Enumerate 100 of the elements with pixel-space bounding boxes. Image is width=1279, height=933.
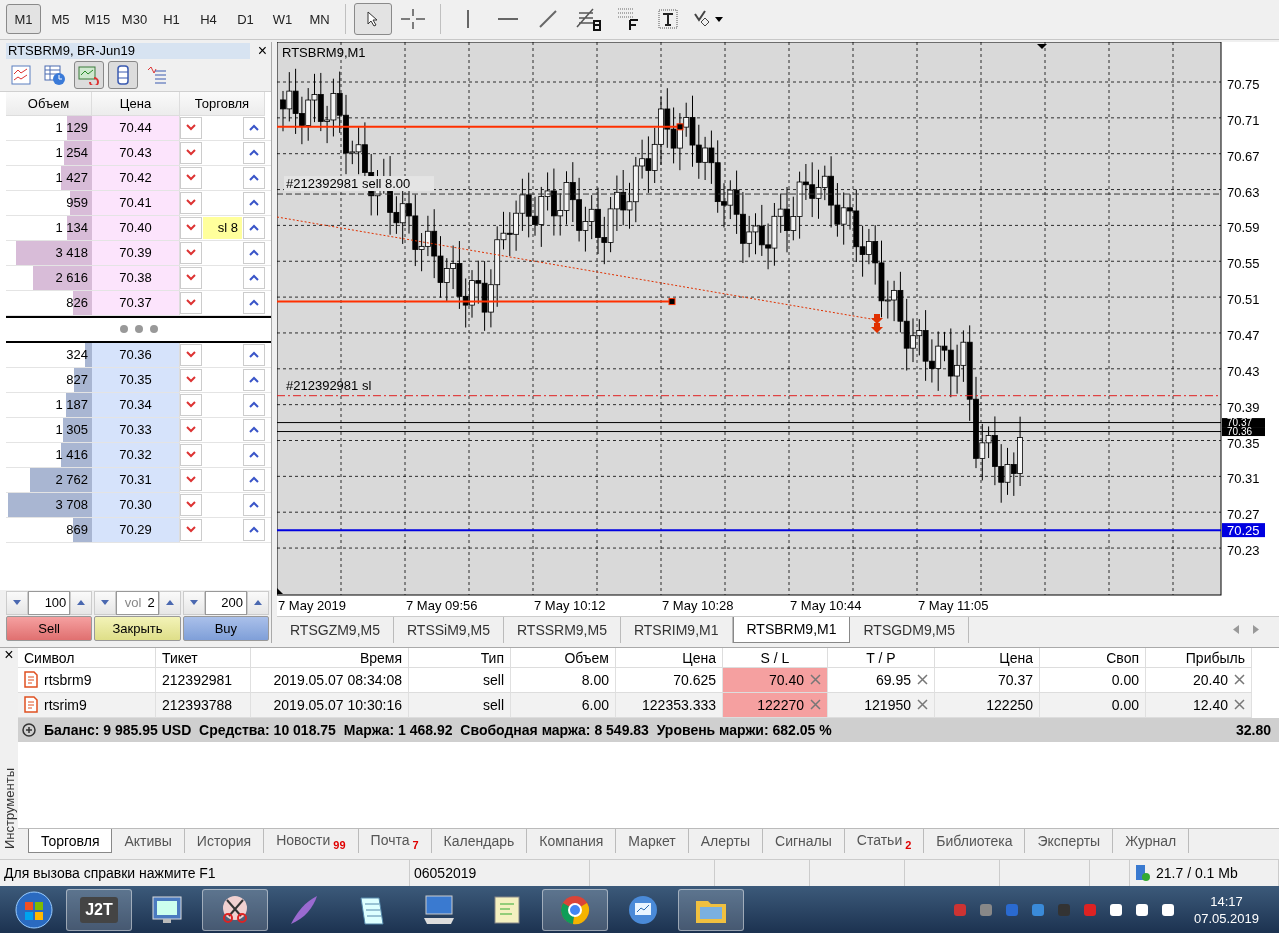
table-cell: sell — [409, 692, 511, 718]
column-header: Тип — [409, 647, 511, 668]
column-header: Торговля — [180, 91, 265, 116]
price-tag: 70.37 — [1222, 416, 1265, 428]
close-button[interactable]: × — [257, 43, 267, 58]
table-cell: 212392981 — [156, 667, 251, 693]
volume-value: 324 — [66, 346, 88, 362]
timeframe-button[interactable]: W1 — [265, 4, 300, 35]
price-label: 70.63 — [1227, 184, 1260, 200]
panel-title: RTSBRM9, BR-Jun19 — [6, 42, 250, 59]
chart-tab[interactable]: RTSBRM9,M1 — [732, 616, 851, 643]
terminal-tab[interactable]: Активы — [112, 829, 185, 854]
timeframe-button[interactable]: M5 — [43, 4, 78, 35]
terminal-tab[interactable]: Маркет — [616, 829, 689, 854]
symbol-text: rtsbrm9 — [44, 671, 92, 688]
input-field[interactable]: vol 2 — [116, 590, 159, 615]
column-header: Цена — [616, 647, 723, 668]
close-button[interactable]: × — [4, 647, 14, 662]
price-label: 70.71 — [1227, 112, 1260, 128]
price-label: 70.59 — [1227, 220, 1260, 236]
price-label: 70.55 — [1227, 256, 1260, 272]
volume-value: 826 — [66, 294, 88, 310]
column-header: Объем — [6, 91, 92, 116]
column-header: S / L — [723, 647, 828, 668]
volume-value: 827 — [66, 371, 88, 387]
chart-title: RTSBRM9,M1 — [282, 44, 366, 60]
clock[interactable]: 14:17 07.05.2019 — [1185, 892, 1267, 927]
order-label: #212392981 sl — [286, 377, 372, 393]
volume-value: 1 129 — [55, 119, 88, 135]
total-profit: 32.80 — [1235, 721, 1271, 738]
timeframe-button[interactable]: M1 — [6, 4, 41, 35]
table-cell: 122250 — [935, 692, 1040, 718]
timeframe-button[interactable]: D1 — [228, 4, 263, 35]
order-button[interactable]: Buy — [182, 615, 269, 641]
profit-value: 12.40 — [1192, 696, 1228, 713]
input-field[interactable]: 100 — [28, 590, 71, 615]
table-cell: 8.00 — [511, 667, 616, 693]
table-cell: 2019.05.07 10:30:16 — [251, 692, 409, 718]
timeframe-button[interactable]: M15 — [80, 4, 115, 35]
price-cell: 70.33 — [92, 417, 180, 442]
price-label: 70.35 — [1227, 435, 1260, 451]
terminal-tab[interactable]: Эксперты — [1025, 829, 1114, 854]
price-cell: 70.30 — [92, 492, 180, 517]
price-label: 70.43 — [1227, 363, 1260, 379]
table-cell: 2019.05.07 08:34:08 — [251, 667, 409, 693]
price-cell: 70.31 — [92, 467, 180, 492]
table-cell: 212393788 — [156, 692, 251, 718]
terminal-tab[interactable]: Компания — [527, 829, 617, 854]
price-cell: 70.36 — [92, 342, 180, 367]
traffic-text: 21.7 / 0.1 Mb — [1156, 865, 1238, 882]
terminal-tab[interactable]: Журнал — [1113, 829, 1190, 854]
volume-value: 2 762 — [55, 471, 88, 487]
terminal-tab[interactable]: Библиотека — [924, 829, 1026, 854]
table-cell: 70.625 — [616, 667, 723, 693]
price-cell: 70.37 — [92, 290, 180, 315]
chart-tab[interactable]: RTSSRM9,M5 — [503, 616, 621, 643]
order-button[interactable]: Sell — [6, 615, 93, 641]
table-cell: 0.00 — [1040, 667, 1146, 693]
price-cell: 70.34 — [92, 392, 180, 417]
stop-loss-value: 122270 — [757, 696, 804, 713]
terminal-tab[interactable]: Календарь — [431, 829, 528, 854]
volume-value: 1 254 — [55, 144, 88, 160]
chart-tab[interactable]: RTSGZM9,M5 — [277, 616, 394, 643]
terminal-tab[interactable]: Торговля — [28, 829, 113, 854]
take-profit-value: 69.95 — [875, 671, 911, 688]
volume-value: 959 — [66, 194, 88, 210]
side-tab[interactable]: Инструменты — [1, 768, 17, 850]
column-header: Своп — [1040, 647, 1146, 668]
price-cell: 70.43 — [92, 140, 180, 165]
chart-tab[interactable]: RTSSiM9,M5 — [394, 616, 504, 643]
timeframe-button[interactable]: MN — [302, 4, 337, 35]
profit-value: 20.40 — [1192, 671, 1228, 688]
chart-tab[interactable]: RTSRIM9,M1 — [620, 616, 733, 643]
price-label: 70.47 — [1227, 327, 1260, 343]
column-header: Цена — [935, 647, 1040, 668]
chart-tab[interactable]: RTSGDM9,M5 — [850, 616, 970, 643]
profile-text: 06052019 — [414, 865, 477, 882]
price-tag: 70.25 — [1222, 523, 1265, 538]
price-cell: 70.41 — [92, 190, 180, 215]
volume-value: 1 187 — [55, 396, 88, 412]
taskbar-app[interactable]: J2T — [66, 888, 132, 931]
table-cell: 70.37 — [935, 667, 1040, 693]
order-button[interactable]: Закрыть — [94, 615, 181, 641]
terminal-tab[interactable]: Алерты — [688, 829, 764, 854]
terminal-tab[interactable]: История — [184, 829, 265, 854]
symbol-text: rtsrim9 — [44, 696, 87, 713]
column-header: Прибыль — [1146, 647, 1252, 668]
column-header: Объем — [511, 647, 616, 668]
timeframe-button[interactable]: M30 — [117, 4, 152, 35]
timeframe-button[interactable]: H4 — [191, 4, 226, 35]
terminal-tab[interactable]: Сигналы — [763, 829, 845, 854]
timeframe-button[interactable]: H1 — [154, 4, 189, 35]
input-field[interactable]: 200 — [204, 590, 247, 615]
time-label: 7 May 2019 — [278, 597, 346, 613]
order-tag: sl 8 — [203, 216, 242, 239]
volume-value: 1 416 — [55, 446, 88, 462]
volume-value: 2 616 — [55, 269, 88, 285]
column-header: T / P — [828, 647, 935, 668]
price-label: 70.31 — [1227, 471, 1260, 487]
table-cell: 122353.333 — [616, 692, 723, 718]
